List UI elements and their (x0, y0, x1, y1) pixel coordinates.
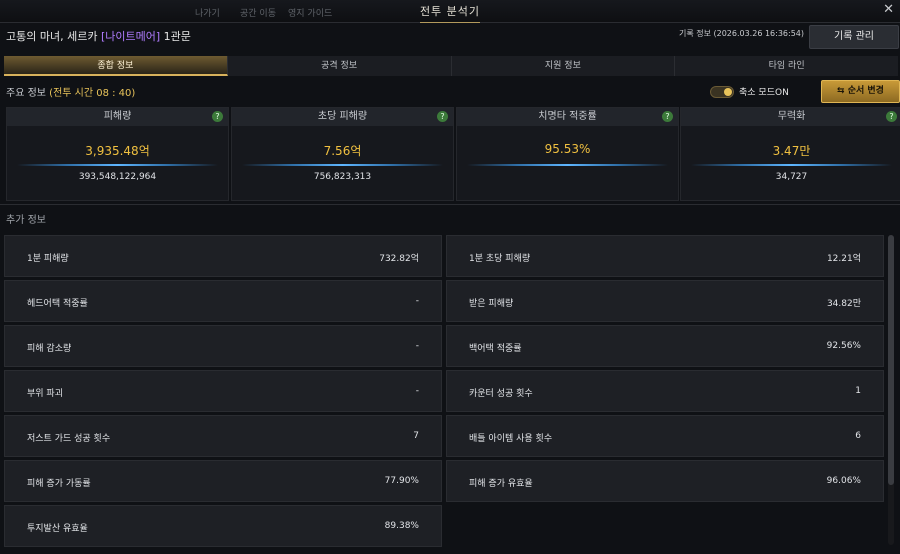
stat-big-value: 7.56억 (323, 144, 362, 158)
stat-small-value: 756,823,313 (313, 172, 372, 182)
tab-bar: 종합 정보 공격 정보 지원 정보 타임 라인 (4, 56, 898, 76)
list-item: 저스트 가드 성공 횟수 7 (4, 415, 442, 457)
scrollbar[interactable] (888, 235, 894, 545)
stat-big-value: 3.47만 (772, 144, 811, 158)
row-value: 732.82억 (379, 254, 419, 264)
list-item: 헤드어택 적중률 - (4, 280, 442, 322)
stat-title: 치명타 적중률 (457, 108, 678, 126)
help-icon[interactable]: ? (212, 111, 223, 122)
gate-label: 1관문 (160, 30, 191, 43)
row-value: 7 (413, 431, 419, 441)
difficulty-tag: [나이트메어] (100, 30, 161, 43)
row-value: 34.82만 (826, 299, 861, 309)
tab-support[interactable]: 지원 정보 (451, 56, 676, 76)
row-label: 백어택 적중률 (469, 344, 522, 354)
record-manage-button[interactable]: 기록 관리 (809, 25, 899, 49)
help-icon[interactable]: ? (437, 111, 448, 122)
stat-glow-line (691, 164, 892, 166)
row-value: 89.38% (384, 521, 419, 531)
boss-title: 고통의 마녀, 세르카 [나이트메어] 1관문 (6, 28, 191, 44)
stat-title: 무력화 (681, 108, 900, 126)
title-bar: 나가기 공간 이동 영지 가이드 전투 분석기 ✕ (0, 0, 900, 23)
row-label: 받은 피해량 (469, 299, 514, 309)
record-info: 기록 정보 (2026.03.26 16:36:54) (678, 29, 804, 38)
tab-attack[interactable]: 공격 정보 (227, 56, 452, 76)
close-icon[interactable]: ✕ (883, 2, 894, 17)
battle-time: (전투 시간 08 : 40) (49, 88, 136, 99)
stat-card-damage: 피해량 ? 3,935.48억 393,548,122,964 (6, 107, 229, 201)
stat-card-crit-rate: 치명타 적중률 ? 95.53% (456, 107, 679, 201)
row-label: 1분 초당 피해량 (469, 254, 531, 264)
main-info-heading: 주요 정보 (전투 시간 08 : 40) (6, 84, 135, 99)
row-value: 1 (855, 386, 861, 396)
list-item: 부위 파괴 - (4, 370, 442, 412)
stat-card-dps: 초당 피해량 ? 7.56억 756,823,313 (231, 107, 454, 201)
toggle-knob (724, 87, 732, 96)
change-order-label: 순서 변경 (847, 86, 884, 96)
stat-small-value: 34,727 (775, 172, 808, 182)
row-label: 카운터 성공 횟수 (469, 389, 533, 399)
list-item: 배틀 아이템 사용 횟수 6 (446, 415, 884, 457)
stat-glow-line (17, 164, 218, 166)
row-value: - (415, 296, 419, 306)
stat-title: 초당 피해량 (232, 108, 453, 126)
compact-mode-toggle[interactable] (710, 85, 734, 98)
row-label: 투지발산 유효율 (27, 524, 88, 534)
change-order-button[interactable]: ⇆ 순서 변경 (821, 80, 900, 103)
list-item: 1분 초당 피해량 12.21억 (446, 235, 884, 277)
list-item: 투지발산 유효율 89.38% (4, 505, 442, 547)
row-label: 피해 증가 유효율 (469, 479, 533, 489)
boss-name: 고통의 마녀, 세르카 (6, 30, 101, 43)
main-info-label: 주요 정보 (6, 88, 46, 99)
title-ornament (420, 16, 480, 23)
stat-big-value: 95.53% (544, 142, 591, 156)
help-icon[interactable]: ? (662, 111, 673, 122)
scrollbar-thumb[interactable] (888, 235, 894, 485)
tab-timeline[interactable]: 타임 라인 (675, 56, 898, 76)
tab-overview[interactable]: 종합 정보 (4, 56, 228, 76)
stat-title: 피해량 (7, 108, 228, 126)
list-item: 백어택 적중률 92.56% (446, 325, 884, 367)
stat-small-value: 393,548,122,964 (78, 172, 157, 182)
stat-card-stagger: 무력화 ? 3.47만 34,727 (680, 107, 900, 201)
row-label: 피해 증가 가동률 (27, 479, 91, 489)
list-item: 1분 피해량 732.82억 (4, 235, 442, 277)
list-item: 피해 증가 가동률 77.90% (4, 460, 442, 502)
row-label: 1분 피해량 (27, 254, 69, 264)
row-value: - (415, 341, 419, 351)
row-label: 저스트 가드 성공 횟수 (27, 434, 111, 444)
section-divider (0, 204, 900, 205)
list-item: 피해 감소량 - (4, 325, 442, 367)
stat-glow-line (467, 164, 668, 166)
list-item: 카운터 성공 횟수 1 (446, 370, 884, 412)
help-icon[interactable]: ? (886, 111, 897, 122)
row-label: 피해 감소량 (27, 344, 72, 354)
row-label: 배틀 아이템 사용 횟수 (469, 434, 553, 444)
row-value: 96.06% (826, 476, 861, 486)
compact-mode-toggle-wrap: 축소 모드ON (710, 85, 789, 98)
row-label: 헤드어택 적중률 (27, 299, 88, 309)
row-value: 92.56% (826, 341, 861, 351)
stat-big-value: 3,935.48억 (85, 144, 150, 158)
row-value: 12.21억 (826, 254, 861, 264)
stat-glow-line (242, 164, 443, 166)
extra-info-title: 추가 정보 (6, 215, 46, 226)
row-value: 77.90% (384, 476, 419, 486)
list-item: 피해 증가 유효율 96.06% (446, 460, 884, 502)
row-value: 6 (855, 431, 861, 441)
row-label: 부위 파괴 (27, 389, 63, 399)
row-value: - (415, 386, 419, 396)
compact-mode-label: 축소 모드ON (739, 88, 789, 98)
list-item: 받은 피해량 34.82만 (446, 280, 884, 322)
